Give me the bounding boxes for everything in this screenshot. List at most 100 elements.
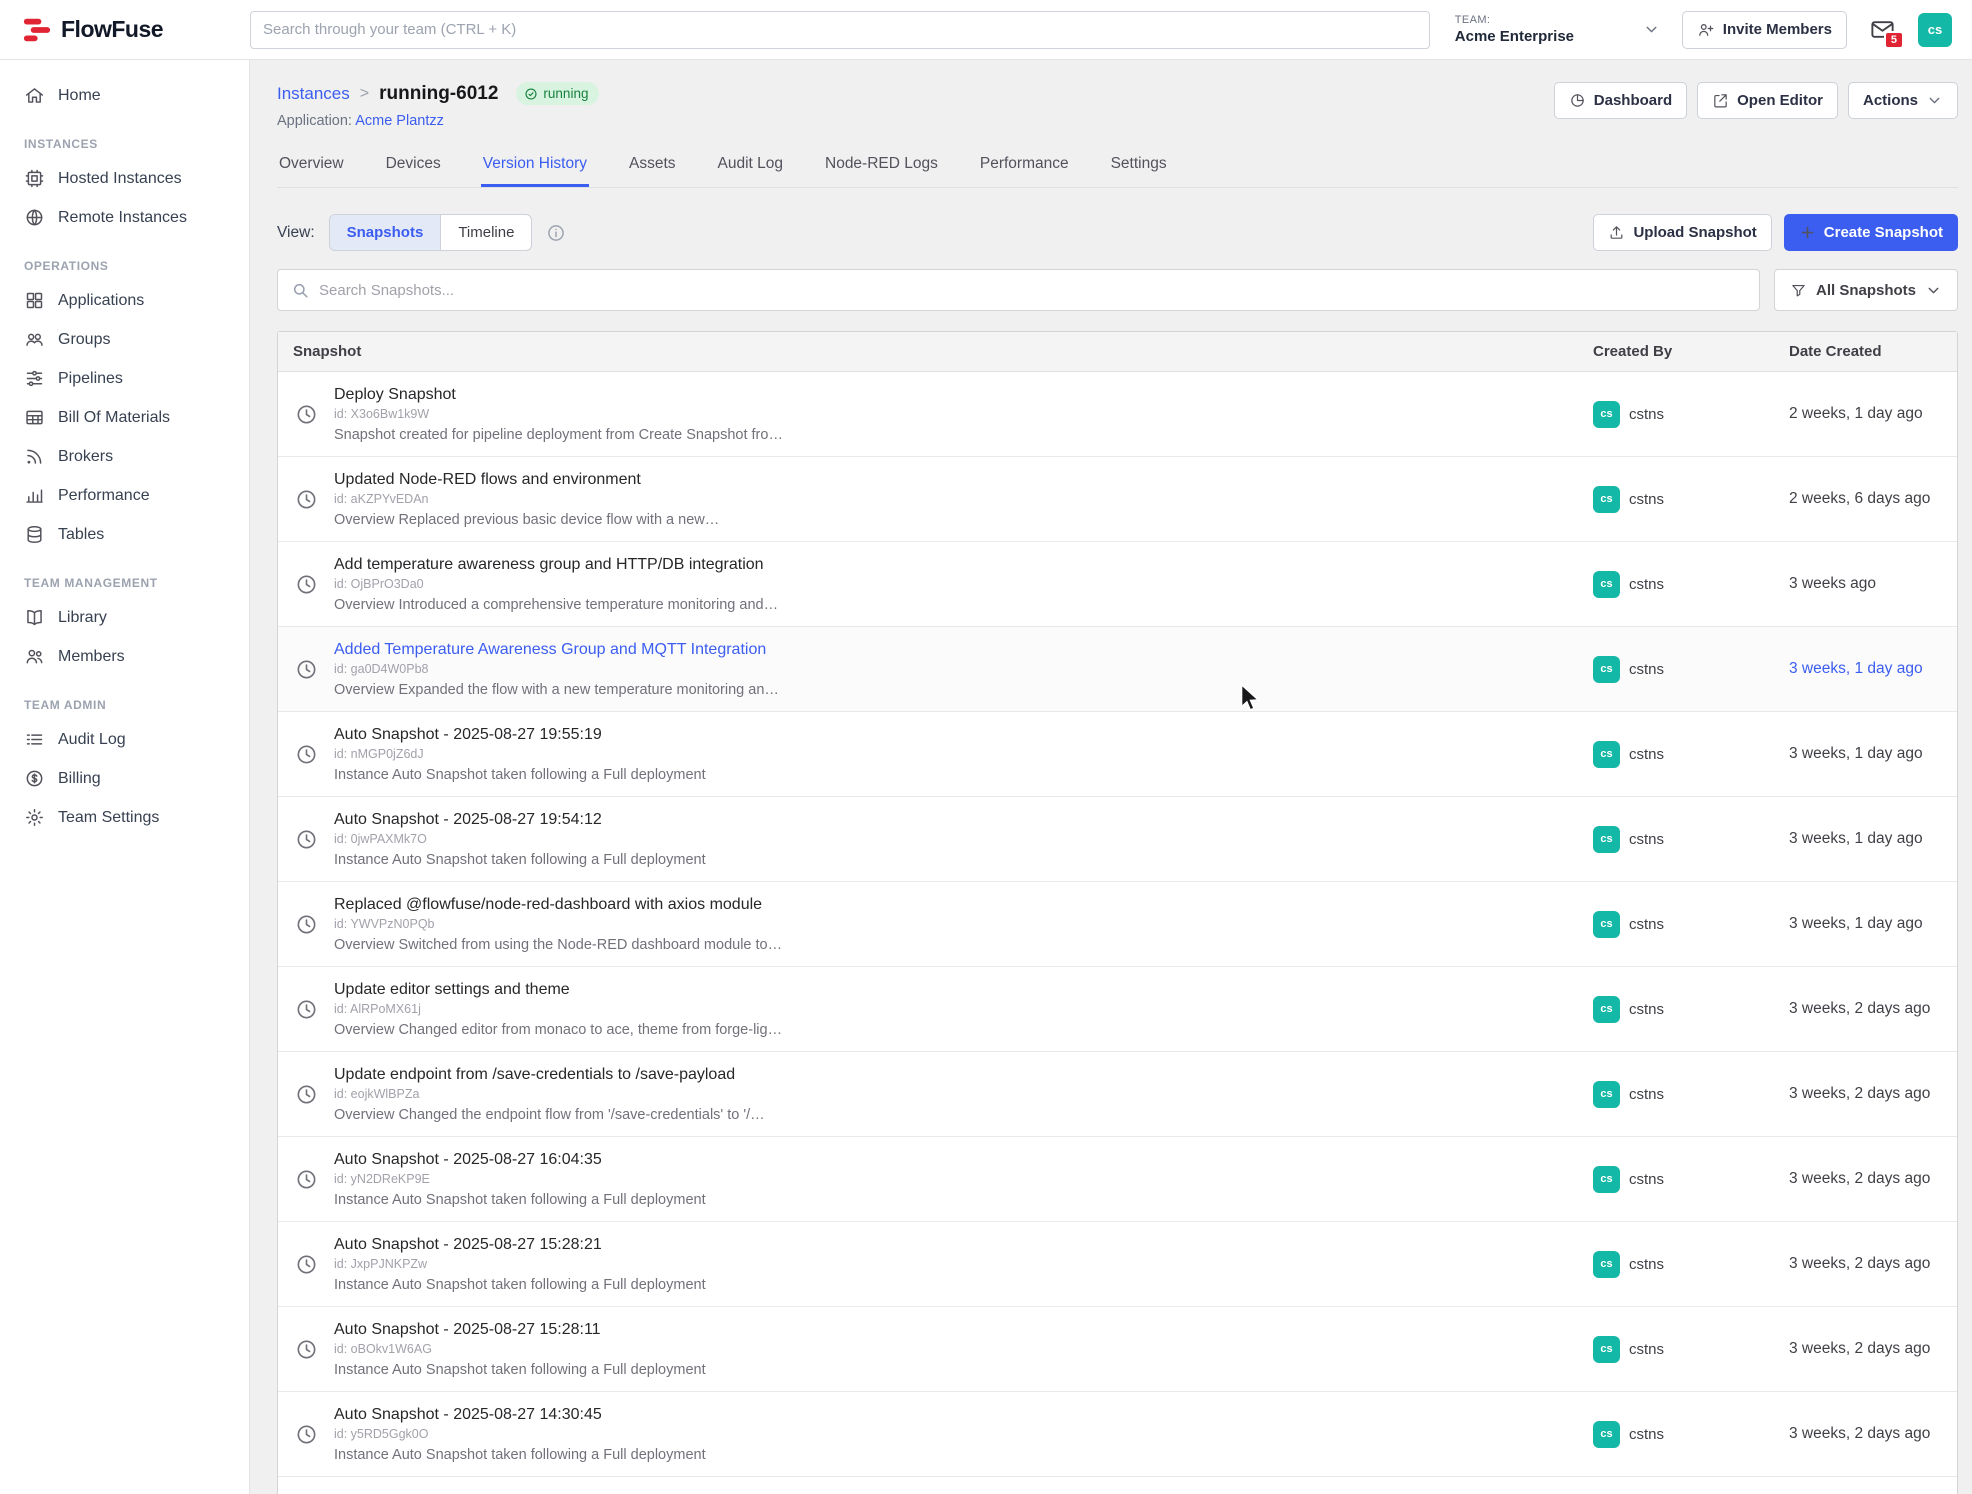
snapshot-title[interactable]: Replaced @flowfuse/node-red-dashboard wi…	[334, 896, 1583, 914]
search-icon	[291, 281, 310, 300]
upload-snapshot-button[interactable]: Upload Snapshot	[1593, 214, 1771, 251]
breadcrumb-instances-link[interactable]: Instances	[277, 84, 350, 104]
snapshot-title[interactable]: Auto Snapshot - 2025-08-27 16:04:35	[334, 1151, 1583, 1169]
team-selector[interactable]: TEAM: Acme Enterprise	[1455, 14, 1660, 45]
snapshot-row[interactable]: Add HTTP endpoint for saving credentials…	[278, 1477, 1957, 1494]
tab-overview[interactable]: Overview	[277, 145, 346, 187]
snapshot-description: Instance Auto Snapshot taken following a…	[334, 1447, 1583, 1463]
sidebar-item-billing[interactable]: Billing	[0, 759, 249, 798]
team-name: Acme Enterprise	[1455, 28, 1574, 45]
snapshot-title[interactable]: Update endpoint from /save-credentials t…	[334, 1066, 1583, 1084]
author-name: cstns	[1629, 1171, 1664, 1188]
snapshot-date: 2 weeks, 1 day ago	[1779, 405, 1957, 423]
snapshot-title[interactable]: Update editor settings and theme	[334, 981, 1583, 999]
snapshot-date: 3 weeks, 2 days ago	[1779, 1085, 1957, 1103]
application-link[interactable]: Acme Plantzz	[355, 113, 444, 129]
snapshot-row[interactable]: Update editor settings and theme id: AlR…	[278, 967, 1957, 1052]
sidebar-item-audit-log[interactable]: Audit Log	[0, 720, 249, 759]
sidebar-item-label: Audit Log	[58, 731, 126, 749]
snapshot-description: Instance Auto Snapshot taken following a…	[334, 1277, 1583, 1293]
chip-icon	[24, 168, 45, 189]
sidebar-item-groups[interactable]: Groups	[0, 320, 249, 359]
gear-icon	[24, 807, 45, 828]
external-link-icon	[1712, 92, 1729, 109]
snapshot-date: 3 weeks, 1 day ago	[1779, 830, 1957, 848]
author-name: cstns	[1629, 916, 1664, 933]
tab-version-history[interactable]: Version History	[481, 145, 589, 187]
column-header-date-created: Date Created	[1779, 332, 1957, 371]
actions-label: Actions	[1863, 92, 1918, 109]
info-icon[interactable]	[546, 223, 566, 243]
snapshot-title[interactable]: Auto Snapshot - 2025-08-27 19:54:12	[334, 811, 1583, 829]
snapshot-row[interactable]: Auto Snapshot - 2025-08-27 19:55:19 id: …	[278, 712, 1957, 797]
invite-members-button[interactable]: Invite Members	[1682, 11, 1847, 49]
snapshot-title[interactable]: Add temperature awareness group and HTTP…	[334, 556, 1583, 574]
sidebar-item-performance[interactable]: Performance	[0, 476, 249, 515]
snapshot-row[interactable]: Replaced @flowfuse/node-red-dashboard wi…	[278, 882, 1957, 967]
snapshot-row[interactable]: Updated Node-RED flows and environment i…	[278, 457, 1957, 542]
tab-performance[interactable]: Performance	[978, 145, 1071, 187]
created-by-cell: cs cstns	[1583, 996, 1779, 1023]
sidebar-item-tables[interactable]: Tables	[0, 515, 249, 554]
snapshot-date: 3 weeks ago	[1779, 575, 1957, 593]
snapshot-row[interactable]: Update endpoint from /save-credentials t…	[278, 1052, 1957, 1137]
snapshot-filter-dropdown[interactable]: All Snapshots	[1774, 269, 1958, 311]
sidebar-item-applications[interactable]: Applications	[0, 281, 249, 320]
author-avatar: cs	[1593, 486, 1620, 513]
snapshot-row[interactable]: Auto Snapshot - 2025-08-27 15:28:21 id: …	[278, 1222, 1957, 1307]
snapshot-title[interactable]: Added Temperature Awareness Group and MQ…	[334, 641, 1583, 659]
users-icon	[24, 646, 45, 667]
user-avatar[interactable]: cs	[1918, 13, 1952, 47]
sidebar-item-pipelines[interactable]: Pipelines	[0, 359, 249, 398]
snapshot-date: 3 weeks, 2 days ago	[1779, 1255, 1957, 1273]
global-search-input[interactable]	[250, 11, 1430, 49]
snapshot-search-box	[277, 269, 1760, 311]
snapshot-title[interactable]: Auto Snapshot - 2025-08-27 15:28:21	[334, 1236, 1583, 1254]
dashboard-button[interactable]: Dashboard	[1554, 82, 1687, 119]
sidebar-item-home[interactable]: Home	[0, 76, 249, 115]
sidebar-item-bill-of-materials[interactable]: Bill Of Materials	[0, 398, 249, 437]
notifications-button[interactable]: 5	[1869, 16, 1896, 43]
snapshot-row[interactable]: Add temperature awareness group and HTTP…	[278, 542, 1957, 627]
snapshot-description: Instance Auto Snapshot taken following a…	[334, 767, 1583, 783]
snapshot-title[interactable]: Auto Snapshot - 2025-08-27 15:28:11	[334, 1321, 1583, 1339]
snapshot-search-input[interactable]	[319, 282, 1746, 299]
sidebar-item-brokers[interactable]: Brokers	[0, 437, 249, 476]
chevron-down-icon	[1926, 92, 1943, 109]
snapshot-title[interactable]: Auto Snapshot - 2025-08-27 14:30:45	[334, 1406, 1583, 1424]
clock-icon	[295, 488, 318, 511]
tab-assets[interactable]: Assets	[627, 145, 678, 187]
snapshot-id: id: yN2DReKP9E	[334, 1172, 1583, 1186]
snapshot-row[interactable]: Auto Snapshot - 2025-08-27 16:04:35 id: …	[278, 1137, 1957, 1222]
create-snapshot-button[interactable]: Create Snapshot	[1784, 214, 1958, 251]
author-avatar: cs	[1593, 911, 1620, 938]
snapshot-row[interactable]: Added Temperature Awareness Group and MQ…	[278, 627, 1957, 712]
snapshot-id: id: eojkWlBPZa	[334, 1087, 1583, 1101]
tab-settings[interactable]: Settings	[1109, 145, 1169, 187]
tab-devices[interactable]: Devices	[384, 145, 443, 187]
open-editor-button[interactable]: Open Editor	[1697, 82, 1838, 119]
tab-audit-log[interactable]: Audit Log	[716, 145, 786, 187]
sidebar-item-remote-instances[interactable]: Remote Instances	[0, 198, 249, 237]
clock-icon	[295, 913, 318, 936]
tab-node-red-logs[interactable]: Node-RED Logs	[823, 145, 940, 187]
flowfuse-logo[interactable]: FlowFuse	[0, 15, 250, 45]
sidebar-section-instances: INSTANCES	[0, 115, 249, 159]
sidebar-section-operations: OPERATIONS	[0, 237, 249, 281]
snapshot-title[interactable]: Auto Snapshot - 2025-08-27 19:55:19	[334, 726, 1583, 744]
sidebar-item-hosted-instances[interactable]: Hosted Instances	[0, 159, 249, 198]
toggle-snapshots[interactable]: Snapshots	[330, 215, 442, 250]
sidebar-item-members[interactable]: Members	[0, 637, 249, 676]
snapshot-row[interactable]: Auto Snapshot - 2025-08-27 19:54:12 id: …	[278, 797, 1957, 882]
snapshot-row[interactable]: Auto Snapshot - 2025-08-27 15:28:11 id: …	[278, 1307, 1957, 1392]
sidebar-item-label: Groups	[58, 331, 110, 349]
snapshot-title[interactable]: Deploy Snapshot	[334, 386, 1583, 404]
sidebar-item-library[interactable]: Library	[0, 598, 249, 637]
snapshot-row[interactable]: Deploy Snapshot id: X3o6Bw1k9W Snapshot …	[278, 372, 1957, 457]
actions-button[interactable]: Actions	[1848, 82, 1958, 119]
status-badge-label: running	[543, 86, 588, 101]
snapshot-title[interactable]: Updated Node-RED flows and environment	[334, 471, 1583, 489]
snapshot-row[interactable]: Auto Snapshot - 2025-08-27 14:30:45 id: …	[278, 1392, 1957, 1477]
sidebar-item-team-settings[interactable]: Team Settings	[0, 798, 249, 837]
toggle-timeline[interactable]: Timeline	[441, 215, 531, 250]
